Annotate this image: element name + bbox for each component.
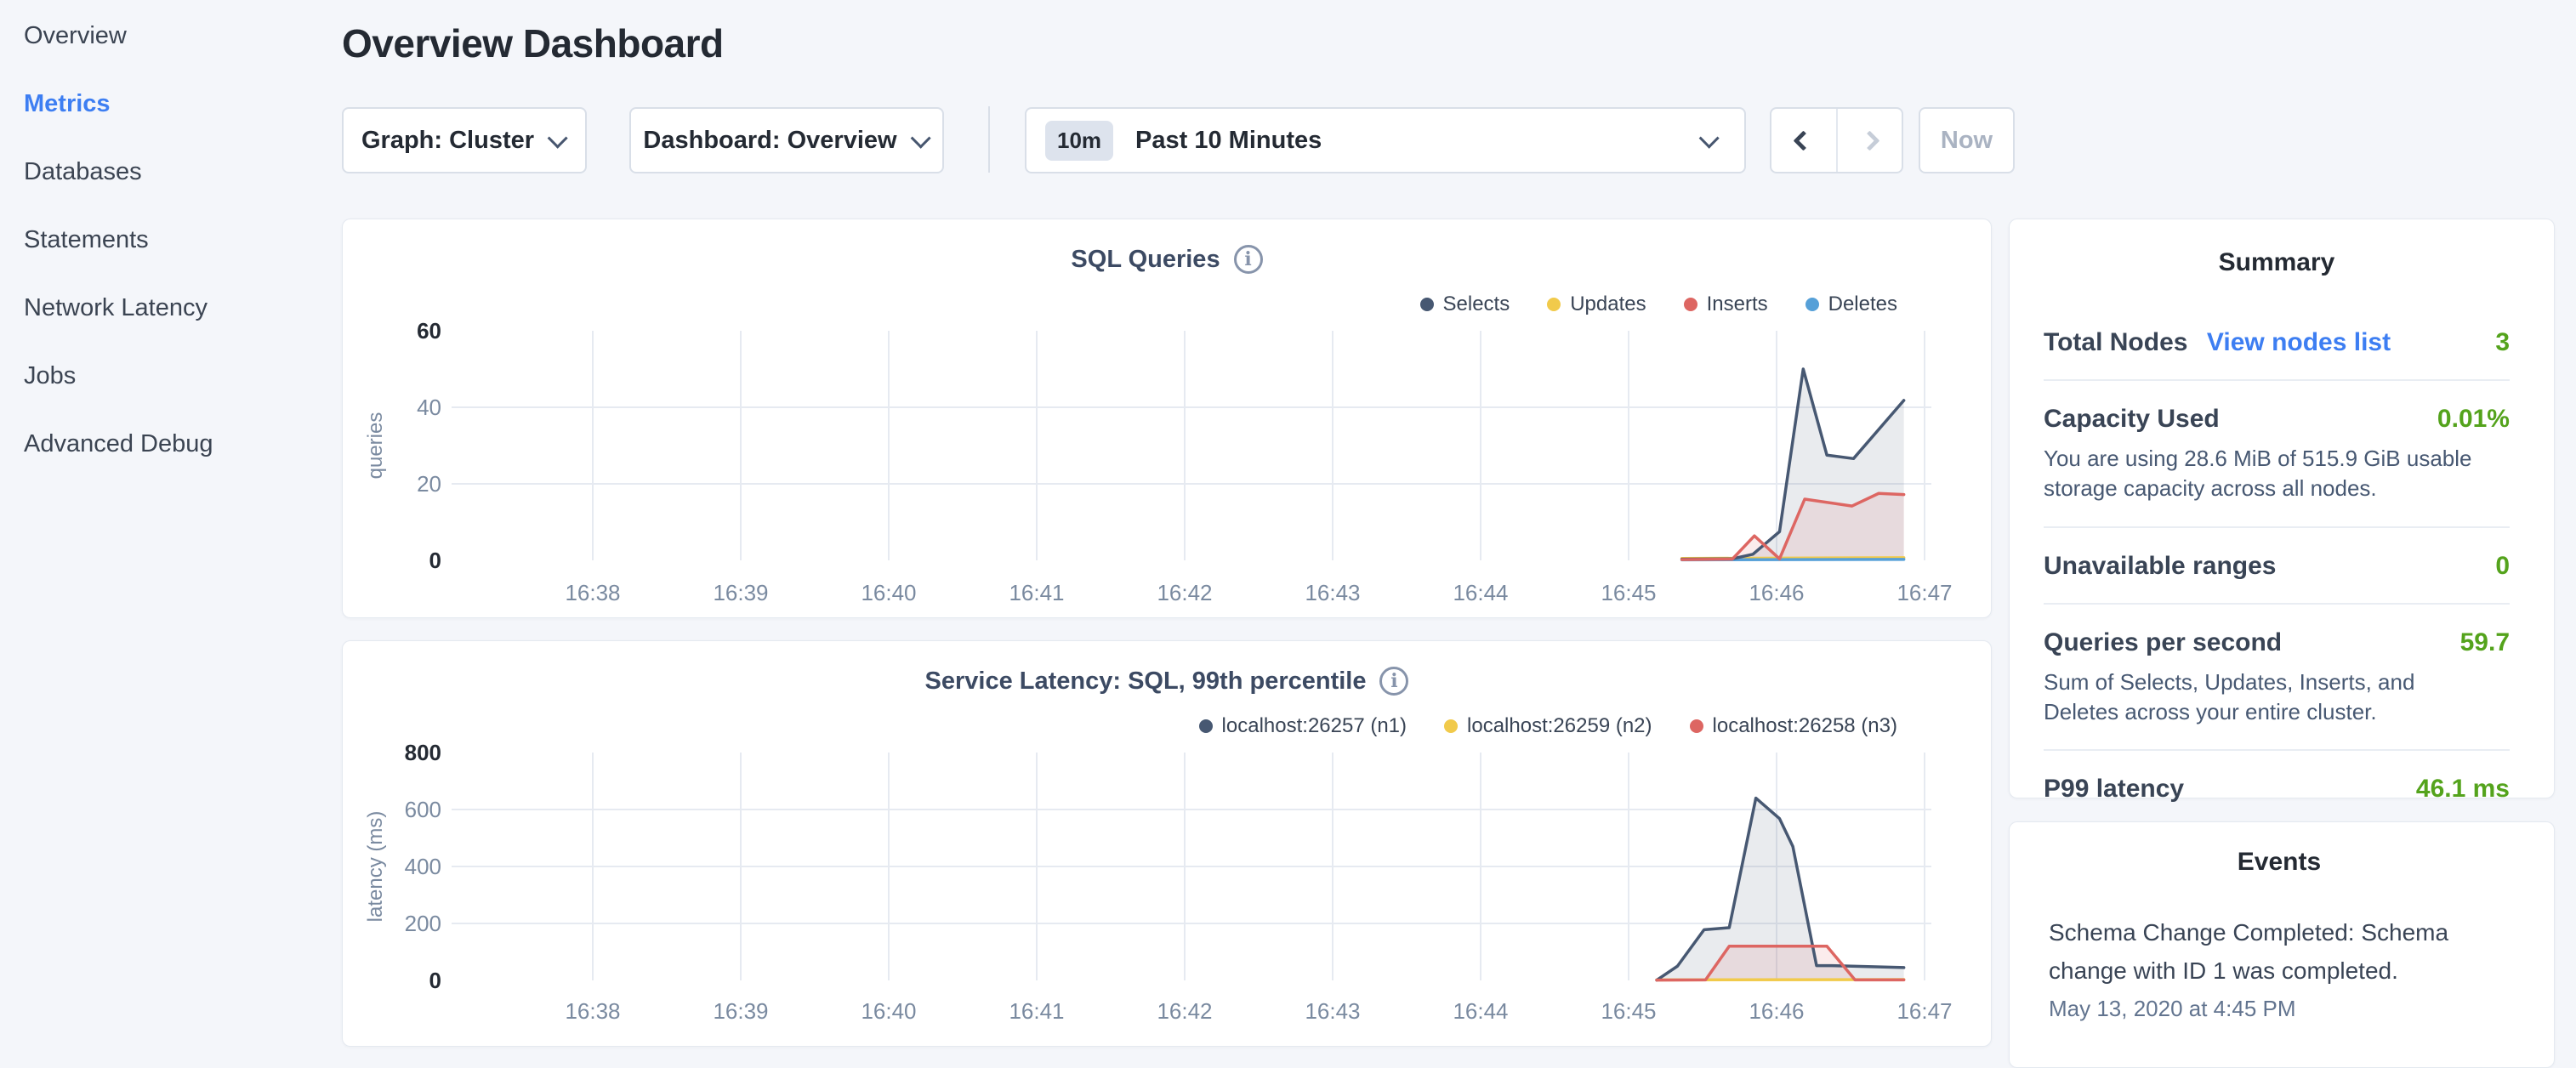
controls-divider — [988, 106, 990, 173]
sidebar-item-jobs[interactable]: Jobs — [24, 362, 333, 389]
summary-label: Queries per second — [2044, 628, 2282, 657]
summary-row-total-nodes: Total Nodes View nodes list 3 — [2044, 328, 2510, 381]
page-title: Overview Dashboard — [342, 20, 724, 66]
sidebar-item-overview[interactable]: Overview — [24, 22, 333, 49]
dashboard-dropdown-label: Dashboard: Overview — [643, 127, 896, 155]
svg-text:16:47: 16:47 — [1896, 998, 1952, 1024]
summary-subtext: You are using 28.6 MiB of 515.9 GiB usab… — [2044, 444, 2486, 504]
svg-text:16:47: 16:47 — [1896, 580, 1952, 605]
summary-row-queries-per-second: Queries per second 59.7 Sum of Selects, … — [2044, 628, 2510, 752]
summary-label: Unavailable ranges — [2044, 552, 2276, 581]
sidebar: Overview Metrics Databases Statements Ne… — [0, 0, 333, 1051]
summary-value: 0.01% — [2437, 405, 2510, 434]
events-panel: Events Schema Change Completed: Schema c… — [2009, 821, 2555, 1068]
summary-label: Capacity Used — [2044, 405, 2220, 434]
graph-dropdown[interactable]: Graph: Cluster — [342, 107, 587, 173]
sql-queries-chart[interactable]: 16:38 16:39 16:40 16:41 16:42 16:43 16:44 16:45… — [343, 219, 1993, 619]
svg-text:600: 600 — [405, 797, 441, 822]
svg-text:16:38: 16:38 — [565, 998, 620, 1024]
svg-text:20: 20 — [417, 471, 441, 497]
svg-text:800: 800 — [405, 740, 441, 765]
svg-text:16:39: 16:39 — [713, 998, 768, 1024]
summary-label: P99 latency — [2044, 775, 2184, 804]
summary-value: 3 — [2495, 328, 2510, 357]
svg-text:16:46: 16:46 — [1749, 998, 1804, 1024]
service-latency-chart-card: Service Latency: SQL, 99th percentile i … — [342, 640, 1992, 1047]
summary-row-unavailable-ranges: Unavailable ranges 0 — [2044, 552, 2510, 605]
svg-text:16:41: 16:41 — [1009, 580, 1064, 605]
summary-title: Summary — [2044, 248, 2510, 277]
summary-value: 59.7 — [2460, 628, 2510, 657]
view-nodes-list-link[interactable]: View nodes list — [2207, 328, 2391, 356]
service-latency-chart[interactable]: 16:38 16:39 16:40 16:41 16:42 16:43 16:44 16:45… — [343, 641, 1993, 1048]
event-item[interactable]: Schema Change Completed: Schema change w… — [2049, 914, 2510, 1022]
svg-text:200: 200 — [405, 911, 441, 936]
summary-row-capacity-used: Capacity Used 0.01% You are using 28.6 M… — [2044, 405, 2510, 528]
svg-text:16:44: 16:44 — [1453, 580, 1508, 605]
time-prev-button[interactable] — [1771, 109, 1836, 172]
svg-text:40: 40 — [417, 395, 441, 420]
svg-text:16:41: 16:41 — [1009, 998, 1064, 1024]
summary-row-p99-latency: P99 latency 46.1 ms — [2044, 775, 2510, 826]
time-next-button[interactable] — [1836, 109, 1902, 172]
svg-text:16:44: 16:44 — [1453, 998, 1508, 1024]
sidebar-item-metrics[interactable]: Metrics — [24, 90, 333, 117]
svg-text:16:46: 16:46 — [1749, 580, 1804, 605]
chevron-down-icon — [910, 128, 930, 148]
svg-text:16:45: 16:45 — [1601, 580, 1656, 605]
event-timestamp: May 13, 2020 at 4:45 PM — [2049, 996, 2510, 1022]
time-range-label: Past 10 Minutes — [1135, 127, 1704, 155]
svg-text:16:43: 16:43 — [1305, 580, 1360, 605]
summary-panel: Summary Total Nodes View nodes list 3 Ca… — [2009, 219, 2555, 798]
svg-text:16:40: 16:40 — [861, 998, 916, 1024]
now-button[interactable]: Now — [1919, 107, 2015, 173]
sidebar-item-advanced-debug[interactable]: Advanced Debug — [24, 430, 333, 457]
svg-text:16:38: 16:38 — [565, 580, 620, 605]
sidebar-item-databases[interactable]: Databases — [24, 158, 333, 185]
sidebar-item-network-latency[interactable]: Network Latency — [24, 294, 333, 321]
events-title: Events — [2049, 848, 2510, 877]
svg-text:16:42: 16:42 — [1157, 580, 1212, 605]
event-text: Schema Change Completed: Schema change w… — [2049, 914, 2457, 991]
svg-text:queries: queries — [364, 412, 387, 480]
svg-text:16:39: 16:39 — [713, 580, 768, 605]
svg-text:0: 0 — [429, 968, 441, 993]
svg-text:16:43: 16:43 — [1305, 998, 1360, 1024]
svg-text:16:40: 16:40 — [861, 580, 916, 605]
sql-queries-chart-card: SQL Queries i SelectsUpdatesInsertsDelet… — [342, 219, 1992, 618]
svg-text:16:45: 16:45 — [1601, 998, 1656, 1024]
graph-dropdown-label: Graph: Cluster — [361, 127, 534, 155]
time-range-badge: 10m — [1045, 121, 1113, 161]
summary-label: Total Nodes — [2044, 328, 2187, 356]
dashboard-dropdown[interactable]: Dashboard: Overview — [629, 107, 944, 173]
svg-text:latency (ms): latency (ms) — [364, 811, 387, 923]
chevron-down-icon — [548, 128, 568, 148]
summary-value: 0 — [2495, 552, 2510, 581]
chevron-right-icon — [1859, 130, 1879, 151]
svg-text:400: 400 — [405, 854, 441, 879]
chevron-left-icon — [1794, 130, 1814, 151]
summary-value: 46.1 ms — [2416, 775, 2510, 804]
svg-text:60: 60 — [417, 318, 441, 344]
svg-text:16:42: 16:42 — [1157, 998, 1212, 1024]
svg-text:0: 0 — [429, 548, 441, 573]
summary-subtext: Sum of Selects, Updates, Inserts, and De… — [2044, 668, 2486, 728]
sidebar-item-statements[interactable]: Statements — [24, 226, 333, 253]
time-nav-group — [1770, 107, 1903, 173]
time-range-selector[interactable]: 10m Past 10 Minutes — [1025, 107, 1746, 173]
